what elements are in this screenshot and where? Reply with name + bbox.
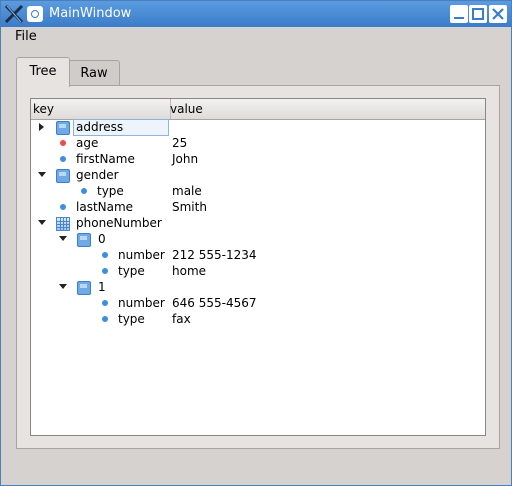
row-key: number	[118, 248, 165, 262]
row-key: gender	[76, 168, 119, 182]
array-grid-icon	[56, 217, 70, 231]
string-dot-icon	[102, 252, 108, 258]
app-logo-icon	[4, 4, 24, 24]
row-key: phoneNumber	[76, 216, 162, 230]
string-dot-icon	[60, 204, 66, 210]
tree-row-phone-1[interactable]: 1	[31, 279, 485, 295]
window-title: MainWindow	[49, 6, 132, 21]
tree-row-firstname[interactable]: firstName John	[31, 151, 485, 167]
row-key: type	[118, 264, 145, 278]
row-value: 646 555-4567	[172, 296, 257, 310]
collapse-arrow-icon[interactable]	[59, 284, 67, 289]
header-value[interactable]: value	[170, 99, 203, 119]
object-cube-icon	[56, 121, 70, 135]
collapse-arrow-icon[interactable]	[59, 236, 67, 241]
number-dot-icon	[60, 140, 66, 146]
row-key: number	[118, 296, 165, 310]
row-key: type	[118, 312, 145, 326]
tree-row-phone-1-number[interactable]: number 646 555-4567	[31, 295, 485, 311]
tree-row-phone-0[interactable]: 0	[31, 231, 485, 247]
close-button[interactable]	[489, 5, 507, 23]
row-key: 1	[98, 280, 106, 294]
tree-row-gender-type[interactable]: type male	[31, 183, 485, 199]
tree-row-lastname[interactable]: lastName Smith	[31, 199, 485, 215]
row-value: 212 555-1234	[172, 248, 257, 262]
close-icon	[492, 8, 504, 20]
row-key: age	[76, 136, 99, 150]
collapse-arrow-icon[interactable]	[38, 220, 46, 225]
object-cube-icon	[77, 233, 91, 247]
row-key: lastName	[76, 200, 134, 214]
row-key: type	[97, 184, 124, 198]
tree-row-phone-0-number[interactable]: number 212 555-1234	[31, 247, 485, 263]
collapse-arrow-icon[interactable]	[38, 172, 46, 177]
tree-row-gender[interactable]: gender	[31, 167, 485, 183]
tree-row-address[interactable]: address	[31, 119, 485, 136]
minimize-icon	[454, 17, 464, 19]
tree-row-phonenumber[interactable]: phoneNumber	[31, 215, 485, 231]
menu-file[interactable]: File	[15, 29, 37, 44]
row-value: John	[172, 152, 199, 166]
row-value: Smith	[172, 200, 207, 214]
row-value: home	[172, 264, 207, 278]
minimize-button[interactable]	[450, 5, 468, 23]
header-key[interactable]: key	[31, 99, 171, 119]
tab-panel: key value address age 25 firstName John …	[16, 85, 500, 449]
row-key: address	[76, 120, 124, 134]
string-dot-icon	[81, 188, 87, 194]
row-key: 0	[98, 232, 106, 246]
row-value: 25	[172, 136, 188, 150]
tab-tree[interactable]: Tree	[16, 57, 70, 87]
tree-header: key value	[31, 99, 485, 120]
maximize-icon	[472, 8, 484, 20]
object-cube-icon	[56, 169, 70, 183]
object-cube-icon	[77, 281, 91, 295]
row-value: male	[172, 184, 202, 198]
main-window: MainWindow File Tree Raw key value addre…	[0, 0, 512, 486]
window-menu-icon[interactable]	[27, 6, 43, 22]
string-dot-icon	[102, 268, 108, 274]
expand-arrow-icon[interactable]	[39, 123, 44, 131]
tree-row-age[interactable]: age 25	[31, 135, 485, 151]
tree-row-phone-1-type[interactable]: type fax	[31, 311, 485, 327]
string-dot-icon	[60, 156, 66, 162]
tree-row-phone-0-type[interactable]: type home	[31, 263, 485, 279]
menu-bar: File	[1, 27, 511, 47]
row-key: firstName	[76, 152, 135, 166]
row-value: fax	[172, 312, 191, 326]
string-dot-icon	[102, 316, 108, 322]
tab-raw[interactable]: Raw	[68, 60, 120, 86]
maximize-button[interactable]	[469, 5, 487, 23]
json-tree-view[interactable]: key value address age 25 firstName John …	[30, 98, 486, 436]
title-bar[interactable]: MainWindow	[1, 1, 511, 27]
string-dot-icon	[102, 300, 108, 306]
